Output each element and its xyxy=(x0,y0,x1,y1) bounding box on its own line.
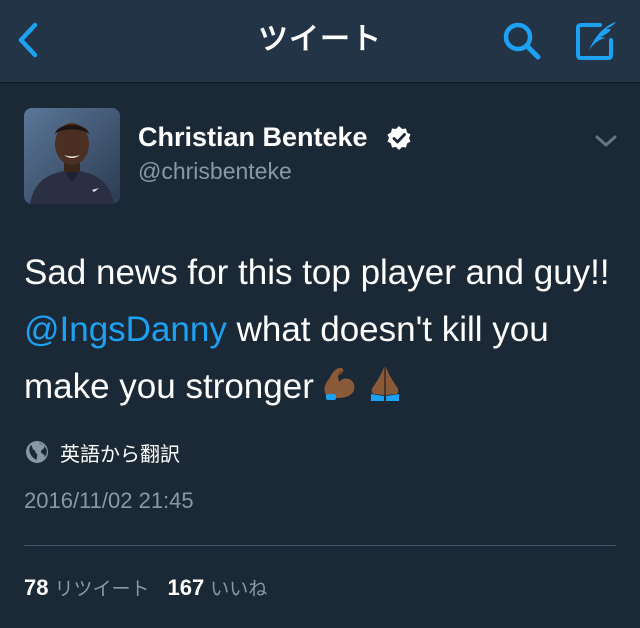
compose-tweet-button[interactable] xyxy=(572,16,622,64)
navbar-divider xyxy=(0,82,640,83)
compose-tweet-icon xyxy=(576,22,616,60)
mention-link[interactable]: @IngsDanny xyxy=(24,310,227,349)
retweet-count[interactable]: 78 xyxy=(24,575,48,601)
profile-photo xyxy=(24,108,120,204)
navigation-bar: ツイート xyxy=(0,0,640,82)
search-icon xyxy=(503,22,541,60)
tweet-text-start: Sad news for this top player and guy!! xyxy=(24,253,610,292)
tweet-stats: 78 リツイート 167 いいね xyxy=(24,574,267,601)
author-name[interactable]: Christian Benteke xyxy=(138,122,368,153)
tweet-options-button[interactable] xyxy=(592,130,620,152)
back-button[interactable] xyxy=(12,18,48,62)
avatar[interactable] xyxy=(24,108,120,204)
flexed-biceps-emoji xyxy=(324,367,355,400)
tweet-timestamp: 2016/11/02 21:45 xyxy=(24,488,194,513)
search-button[interactable] xyxy=(498,18,546,64)
stats-divider xyxy=(24,545,616,546)
retweet-label[interactable]: リツイート xyxy=(54,574,149,601)
like-label[interactable]: いいね xyxy=(210,574,267,601)
chevron-down-icon xyxy=(595,135,617,147)
translate-link[interactable]: 英語から翻訳 xyxy=(24,438,180,466)
chevron-left-icon xyxy=(18,22,38,58)
author-handle[interactable]: @chrisbenteke xyxy=(138,158,292,185)
folded-hands-emoji xyxy=(370,367,399,401)
tweet-text: Sad news for this top player and guy!! @… xyxy=(24,244,620,415)
globe-icon xyxy=(26,441,48,463)
like-count[interactable]: 167 xyxy=(168,575,205,601)
verified-badge-icon xyxy=(387,126,411,150)
translate-label[interactable]: 英語から翻訳 xyxy=(60,438,180,467)
